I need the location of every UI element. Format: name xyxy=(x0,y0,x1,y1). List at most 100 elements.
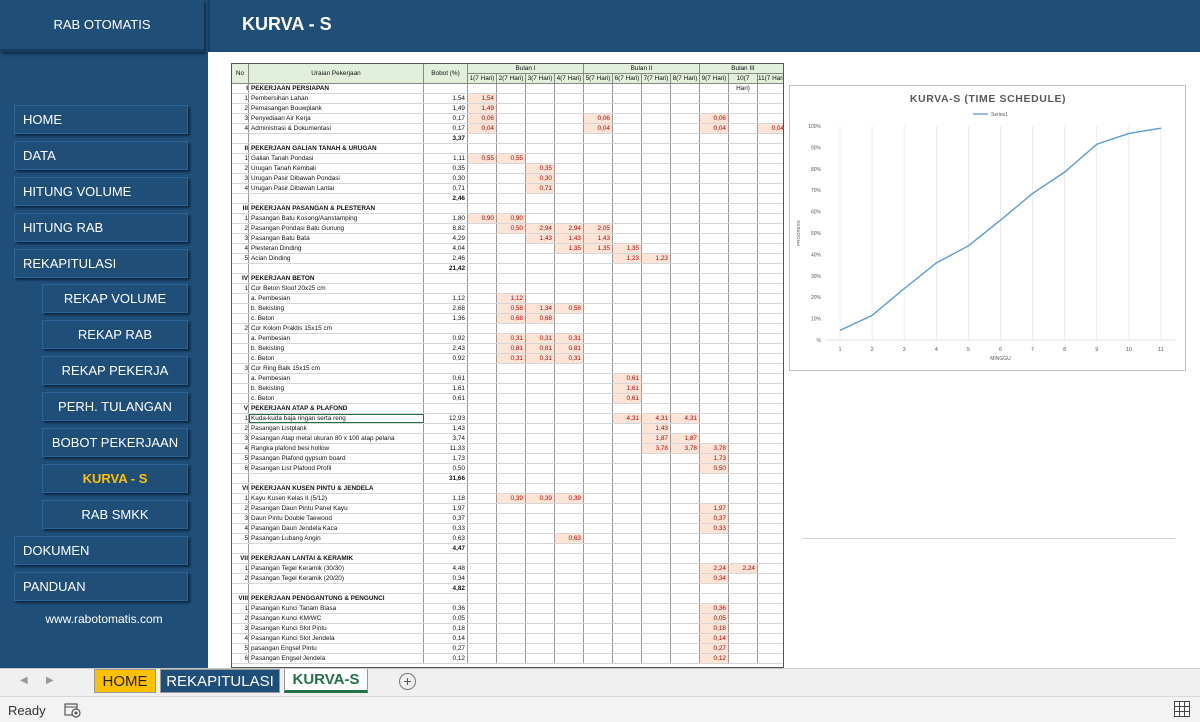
cell-empty[interactable] xyxy=(642,574,671,583)
cell-empty[interactable] xyxy=(584,274,613,283)
cell-bobot[interactable]: 12,93 xyxy=(424,414,468,423)
cell-bobot[interactable]: 0,14 xyxy=(424,634,468,643)
cell-progress[interactable]: 2,94 xyxy=(555,224,584,233)
cell-progress[interactable]: 1,35 xyxy=(555,244,584,253)
cell-empty[interactable] xyxy=(758,284,783,293)
cell-no[interactable]: 4 xyxy=(232,124,249,133)
cell-empty[interactable] xyxy=(642,524,671,533)
cell-empty[interactable] xyxy=(613,344,642,353)
cell-bobot[interactable]: 4,29 xyxy=(424,234,468,243)
cell-bobot[interactable] xyxy=(424,284,468,293)
cell-empty[interactable] xyxy=(584,554,613,563)
cell-empty[interactable] xyxy=(468,404,497,413)
cell-uraian[interactable]: PEKERJAAN PERSIAPAN xyxy=(249,84,424,93)
cell-empty[interactable] xyxy=(671,294,700,303)
cell-empty[interactable] xyxy=(584,354,613,363)
cell-empty[interactable] xyxy=(613,484,642,493)
cell-empty[interactable] xyxy=(584,374,613,383)
cell-progress[interactable]: 0,90 xyxy=(468,214,497,223)
cell-empty[interactable] xyxy=(729,254,758,263)
cell-empty[interactable] xyxy=(584,184,613,193)
cell-progress[interactable]: 0,14 xyxy=(700,634,729,643)
cell-uraian[interactable] xyxy=(249,194,424,203)
cell-empty[interactable] xyxy=(497,134,526,143)
cell-no[interactable]: 3 xyxy=(232,514,249,523)
cell-empty[interactable] xyxy=(468,604,497,613)
cell-empty[interactable] xyxy=(671,104,700,113)
cell-empty[interactable] xyxy=(729,634,758,643)
cell-empty[interactable] xyxy=(555,504,584,513)
cell-no[interactable] xyxy=(232,344,249,353)
cell-empty[interactable] xyxy=(758,224,783,233)
cell-empty[interactable] xyxy=(613,164,642,173)
cell-empty[interactable] xyxy=(671,224,700,233)
cell-empty[interactable] xyxy=(758,524,783,533)
cell-bobot[interactable]: 4,04 xyxy=(424,244,468,253)
cell-empty[interactable] xyxy=(584,294,613,303)
cell-empty[interactable] xyxy=(729,544,758,553)
cell-bobot[interactable]: 0,36 xyxy=(424,604,468,613)
cell-empty[interactable] xyxy=(729,414,758,423)
cell-progress[interactable]: 0,06 xyxy=(584,114,613,123)
cell-empty[interactable] xyxy=(497,484,526,493)
cell-bobot[interactable]: 0,18 xyxy=(424,624,468,633)
cell-empty[interactable] xyxy=(613,214,642,223)
cell-empty[interactable] xyxy=(584,214,613,223)
cell-empty[interactable] xyxy=(526,414,555,423)
section-row[interactable]: VIII PEKERJAAN PENGGANTUNG & PENGUNCI xyxy=(232,594,783,604)
cell-empty[interactable] xyxy=(613,634,642,643)
cell-empty[interactable] xyxy=(555,84,584,93)
cell-bobot[interactable]: 0,63 xyxy=(424,534,468,543)
cell-empty[interactable] xyxy=(671,554,700,563)
cell-empty[interactable] xyxy=(584,194,613,203)
cell-empty[interactable] xyxy=(613,404,642,413)
cell-empty[interactable] xyxy=(729,194,758,203)
cell-empty[interactable] xyxy=(497,234,526,243)
cell-empty[interactable] xyxy=(671,394,700,403)
cell-empty[interactable] xyxy=(729,304,758,313)
cell-uraian[interactable]: Cor Kolom Praktis 15x15 cm xyxy=(249,324,424,333)
cell-empty[interactable] xyxy=(526,394,555,403)
cell-empty[interactable] xyxy=(613,94,642,103)
cell-empty[interactable] xyxy=(758,614,783,623)
cell-empty[interactable] xyxy=(700,324,729,333)
cell-empty[interactable] xyxy=(468,164,497,173)
cell-empty[interactable] xyxy=(497,414,526,423)
cell-empty[interactable] xyxy=(700,344,729,353)
cell-empty[interactable] xyxy=(497,254,526,263)
cell-empty[interactable] xyxy=(642,224,671,233)
cell-empty[interactable] xyxy=(584,344,613,353)
cell-empty[interactable] xyxy=(729,244,758,253)
cell-empty[interactable] xyxy=(642,594,671,603)
cell-empty[interactable] xyxy=(642,314,671,323)
cell-empty[interactable] xyxy=(526,374,555,383)
cell-empty[interactable] xyxy=(613,614,642,623)
cell-empty[interactable] xyxy=(468,194,497,203)
cell-empty[interactable] xyxy=(468,294,497,303)
cell-progress[interactable]: 0,68 xyxy=(526,314,555,323)
cell-empty[interactable] xyxy=(700,584,729,593)
cell-empty[interactable] xyxy=(584,474,613,483)
cell-empty[interactable] xyxy=(468,334,497,343)
cell-no[interactable]: 1 xyxy=(232,604,249,613)
cell-empty[interactable] xyxy=(671,384,700,393)
table-row[interactable]: 1 Pembersihan Lahan 1,54 1,54 xyxy=(232,94,783,104)
cell-empty[interactable] xyxy=(526,94,555,103)
cell-empty[interactable] xyxy=(497,374,526,383)
cell-bobot[interactable]: 4,48 xyxy=(424,564,468,573)
cell-empty[interactable] xyxy=(468,504,497,513)
table-row[interactable]: a. Pembesian 0,92 0,31 0,31 0,31 xyxy=(232,334,783,344)
cell-empty[interactable] xyxy=(758,344,783,353)
worksheet[interactable]: No Uraian Pekerjaan Bobot (%) Bulan I Bulan … xyxy=(208,52,1200,668)
cell-empty[interactable] xyxy=(642,384,671,393)
table-row[interactable]: c. Beton 0,61 0,61 xyxy=(232,394,783,404)
cell-empty[interactable] xyxy=(555,424,584,433)
cell-empty[interactable] xyxy=(613,654,642,663)
cell-empty[interactable] xyxy=(613,334,642,343)
subtotal-row[interactable]: 3,37 xyxy=(232,134,783,144)
table-row[interactable]: 4 Pasangan Daun Jendela Kaca 0,33 0,33 xyxy=(232,524,783,534)
cell-empty[interactable] xyxy=(584,104,613,113)
cell-empty[interactable] xyxy=(642,114,671,123)
cell-uraian[interactable]: b. Bekisting xyxy=(249,384,424,393)
cell-no[interactable]: 5 xyxy=(232,254,249,263)
